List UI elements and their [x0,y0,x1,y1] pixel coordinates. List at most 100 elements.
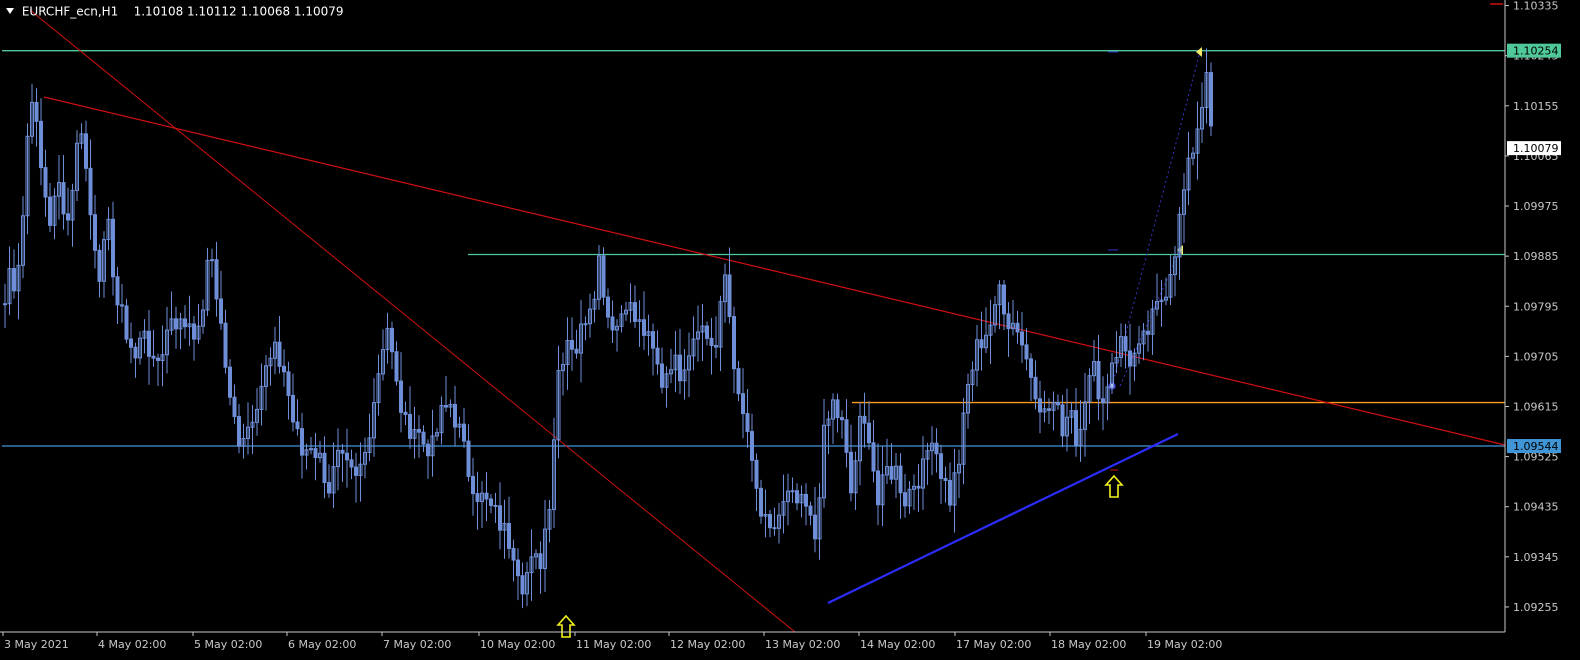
candle [1204,48,1209,124]
x-tick-label: 11 May 02:00 [576,638,651,651]
candle [538,541,543,594]
candle-body [12,268,16,292]
price-label-text: 1.09544 [1513,440,1559,453]
candle [219,270,223,330]
candle [1150,299,1155,355]
candle [768,509,772,538]
x-tick-label: 12 May 02:00 [670,638,745,651]
y-tick-label: 1.09345 [1513,551,1559,564]
candle [16,243,21,320]
candle [993,295,997,333]
candle-body [151,355,156,359]
candle-body [768,513,772,529]
candle [228,359,232,406]
candle [1186,131,1191,206]
candle-body [466,440,471,477]
candle-body [840,417,844,421]
candle [300,412,304,479]
candle [732,306,736,394]
candle [444,376,448,412]
candle [196,304,201,344]
chart-window[interactable]: 1.103351.102451.101551.100651.099751.098… [0,0,1580,660]
candle [1182,173,1186,243]
candle-body [48,196,52,226]
candle [1177,206,1182,280]
candle [268,347,273,386]
candle-body [939,453,943,479]
candle [471,457,475,516]
candle [1123,323,1128,369]
candle-body [484,492,489,500]
candle-body [1123,336,1128,352]
dropdown-triangle-icon[interactable] [6,7,14,14]
candle [966,373,970,429]
candle [709,317,714,375]
candle-body [237,416,241,447]
candle-body [43,167,48,198]
candle-body [736,368,741,395]
candle [331,442,336,509]
candle [678,328,682,395]
candle-body [313,448,318,459]
price-label-text: 1.10079 [1513,142,1559,155]
candle-body [678,354,682,382]
candle-body [601,255,606,298]
candle [214,241,219,317]
candle [84,120,88,182]
candle [223,309,228,374]
candle-body [898,465,903,494]
candle [282,349,286,387]
candle-body [291,394,295,423]
candle-body [210,259,214,262]
candle-body [844,419,849,453]
candle [462,407,466,448]
candle [327,464,331,498]
candle [399,352,403,433]
candle-body [399,380,403,413]
x-tick-label: 10 May 02:00 [480,638,555,651]
candle [138,331,142,365]
candle [174,306,178,349]
candle [763,489,768,538]
candle-body [97,249,102,282]
candle [970,361,975,402]
candle-body [867,422,871,444]
candle [673,330,678,393]
candle [1119,323,1123,367]
candle [588,293,592,338]
candle [448,399,453,418]
candle [696,305,700,362]
x-tick-label: 5 May 02:00 [194,638,262,651]
candle-body [88,167,93,216]
candle [898,453,903,519]
candle-body [493,504,498,507]
candle [1132,348,1137,381]
candle [795,483,799,511]
candle [682,349,687,400]
candle [57,155,61,220]
candle [646,314,651,356]
candle [547,499,552,543]
candle [30,83,34,144]
annotations [556,474,1124,638]
candle [120,283,124,323]
candle [570,317,574,371]
candle-body [574,348,579,354]
candle [48,183,52,232]
candle [556,345,561,459]
candle [61,154,66,230]
candle [129,322,133,364]
candle [934,428,939,473]
candle [1065,388,1069,452]
candle-body [192,323,196,340]
price-chart[interactable]: 1.103351.102451.101551.100651.099751.098… [0,0,1580,660]
candle [457,416,462,438]
candle-body [849,451,853,494]
candle [669,348,673,384]
candle-body [147,330,151,357]
candle-body [871,442,876,472]
candle [1011,299,1015,336]
candle [147,309,151,385]
y-tick-label: 1.09705 [1513,350,1559,363]
candle-body [300,428,304,456]
